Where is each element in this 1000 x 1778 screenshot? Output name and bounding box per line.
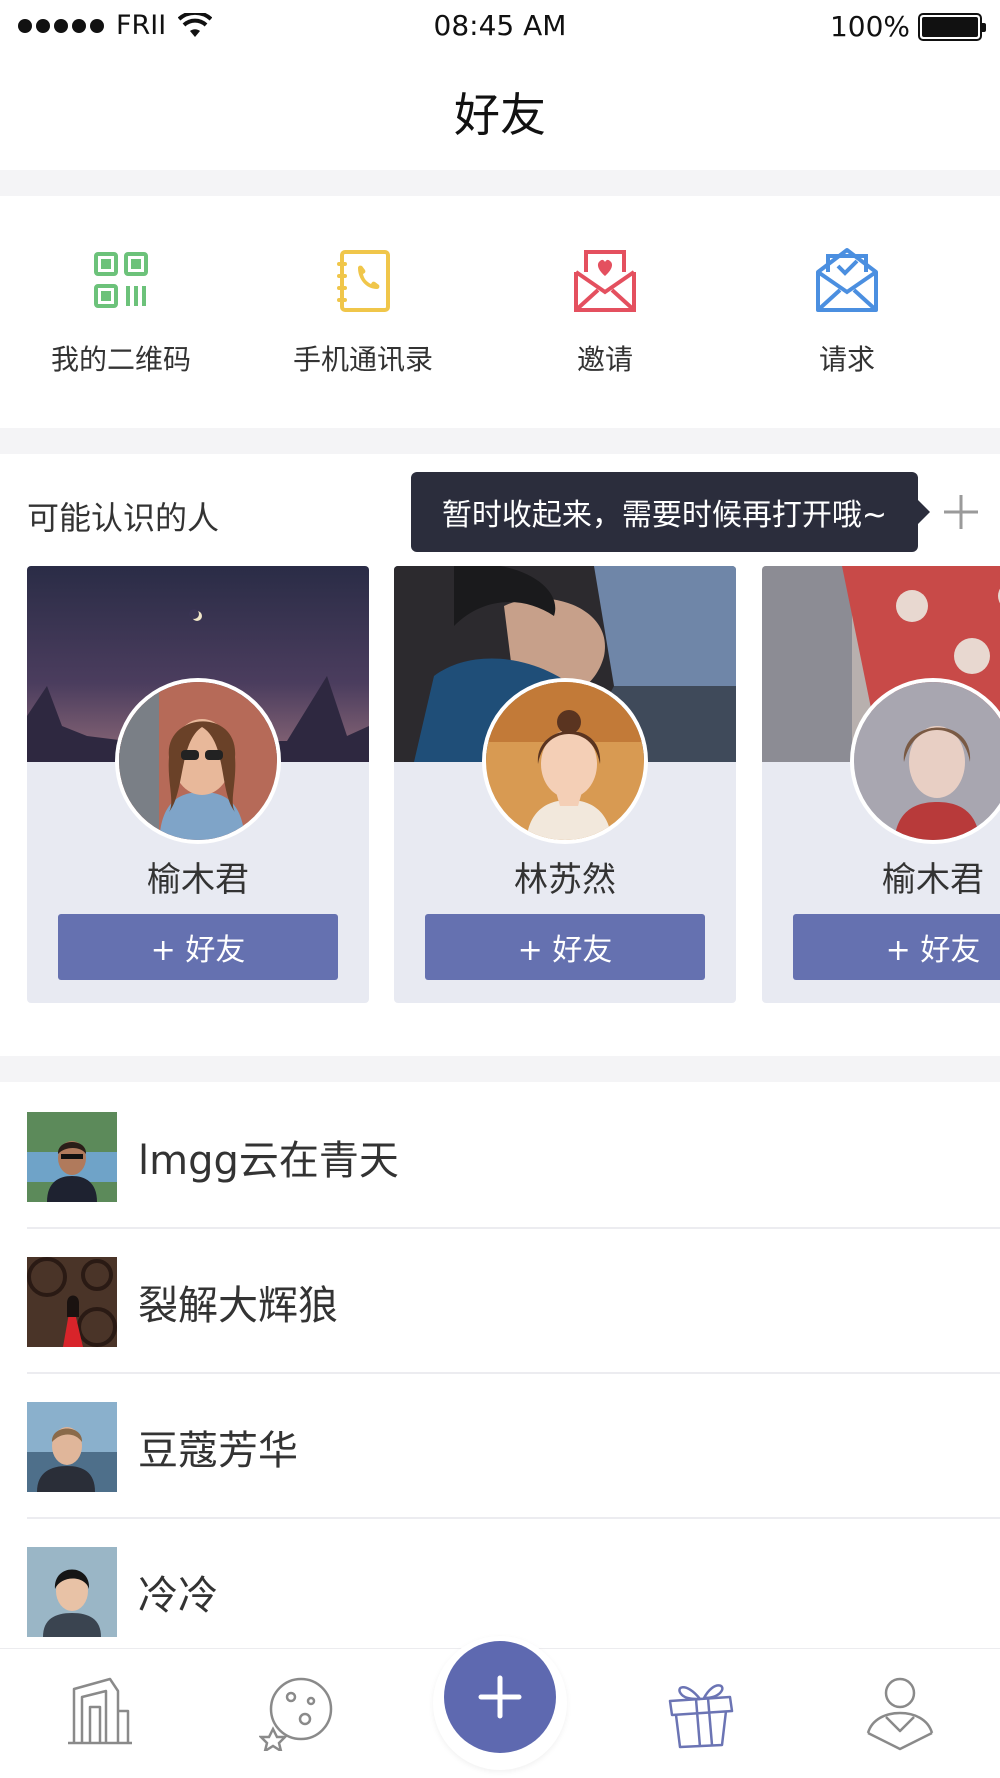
person-card[interactable]: 榆木君 + 好友 xyxy=(27,566,369,1003)
planet-icon[interactable] xyxy=(259,1671,339,1751)
add-friend-button[interactable]: + 好友 xyxy=(58,914,338,980)
person-card[interactable]: 榆木君 + 好友 xyxy=(762,566,1000,1003)
fab-container xyxy=(433,1636,567,1770)
add-button[interactable] xyxy=(444,1641,556,1753)
phone-contacts-button[interactable]: 手机通讯录 xyxy=(242,196,484,426)
section-divider xyxy=(0,428,1000,454)
page-title: 好友 xyxy=(454,88,546,142)
person-avatar xyxy=(482,678,648,844)
status-bar: FRII 08:45 AM 100% xyxy=(0,0,1000,54)
people-you-may-know-title: 可能认识的人 xyxy=(27,499,220,537)
add-friend-button[interactable]: + 好友 xyxy=(425,914,705,980)
building-icon[interactable] xyxy=(60,1671,140,1751)
collapse-tooltip: 暂时收起来，需要时候再打开哦~ xyxy=(411,472,930,552)
person-card[interactable]: 林苏然 + 好友 xyxy=(394,566,736,1003)
collapse-plus-icon[interactable] xyxy=(942,493,980,531)
quick-actions: 我的二维码 手机通讯录 邀请 请求 xyxy=(0,196,1000,426)
status-right: 100% xyxy=(829,10,986,43)
person-name: 榆木君 xyxy=(147,860,249,900)
person-avatar xyxy=(115,678,281,844)
battery-icon xyxy=(918,12,986,41)
section-divider xyxy=(0,170,1000,196)
friend-row[interactable]: lmgg云在青天 xyxy=(0,1084,1000,1229)
friend-name: 豆蔻芳华 xyxy=(138,1427,298,1474)
friend-avatar xyxy=(27,1546,117,1637)
quick-action-label: 我的二维码 xyxy=(50,343,191,376)
add-friend-button[interactable]: + 好友 xyxy=(793,914,1000,980)
requests-button[interactable]: 请求 xyxy=(726,196,968,426)
phone-book-icon xyxy=(337,250,390,312)
gift-icon[interactable] xyxy=(660,1671,740,1751)
qr-code-icon xyxy=(94,252,148,308)
person-name: 榆木君 xyxy=(882,860,984,900)
section-divider xyxy=(0,1056,1000,1082)
person-name: 林苏然 xyxy=(514,860,616,900)
friend-avatar xyxy=(27,1401,117,1492)
friend-row[interactable]: 豆蔻芳华 xyxy=(0,1374,1000,1519)
header: 好友 xyxy=(0,54,1000,170)
add-icon xyxy=(478,1675,522,1719)
friend-name: 冷冷 xyxy=(138,1572,218,1619)
battery-percent: 100% xyxy=(829,10,910,43)
invite-envelope-icon xyxy=(574,250,636,312)
request-envelope-icon xyxy=(816,248,878,312)
friend-avatar xyxy=(27,1111,117,1202)
person-avatar xyxy=(850,678,1000,844)
profile-icon[interactable] xyxy=(860,1671,940,1751)
friend-name: lmgg云在青天 xyxy=(138,1137,399,1184)
friend-row[interactable]: 裂解大辉狼 xyxy=(0,1229,1000,1374)
quick-action-label: 请求 xyxy=(818,343,875,376)
quick-action-label: 手机通讯录 xyxy=(292,343,433,376)
invite-button[interactable]: 邀请 xyxy=(484,196,726,426)
quick-action-label: 邀请 xyxy=(576,343,633,376)
friend-avatar xyxy=(27,1256,117,1347)
my-qr-code-button[interactable]: 我的二维码 xyxy=(0,196,242,426)
friend-list: lmgg云在青天 裂解大辉狼 豆蔻芳华 冷冷 xyxy=(0,1084,1000,1664)
friend-name: 裂解大辉狼 xyxy=(138,1282,338,1329)
